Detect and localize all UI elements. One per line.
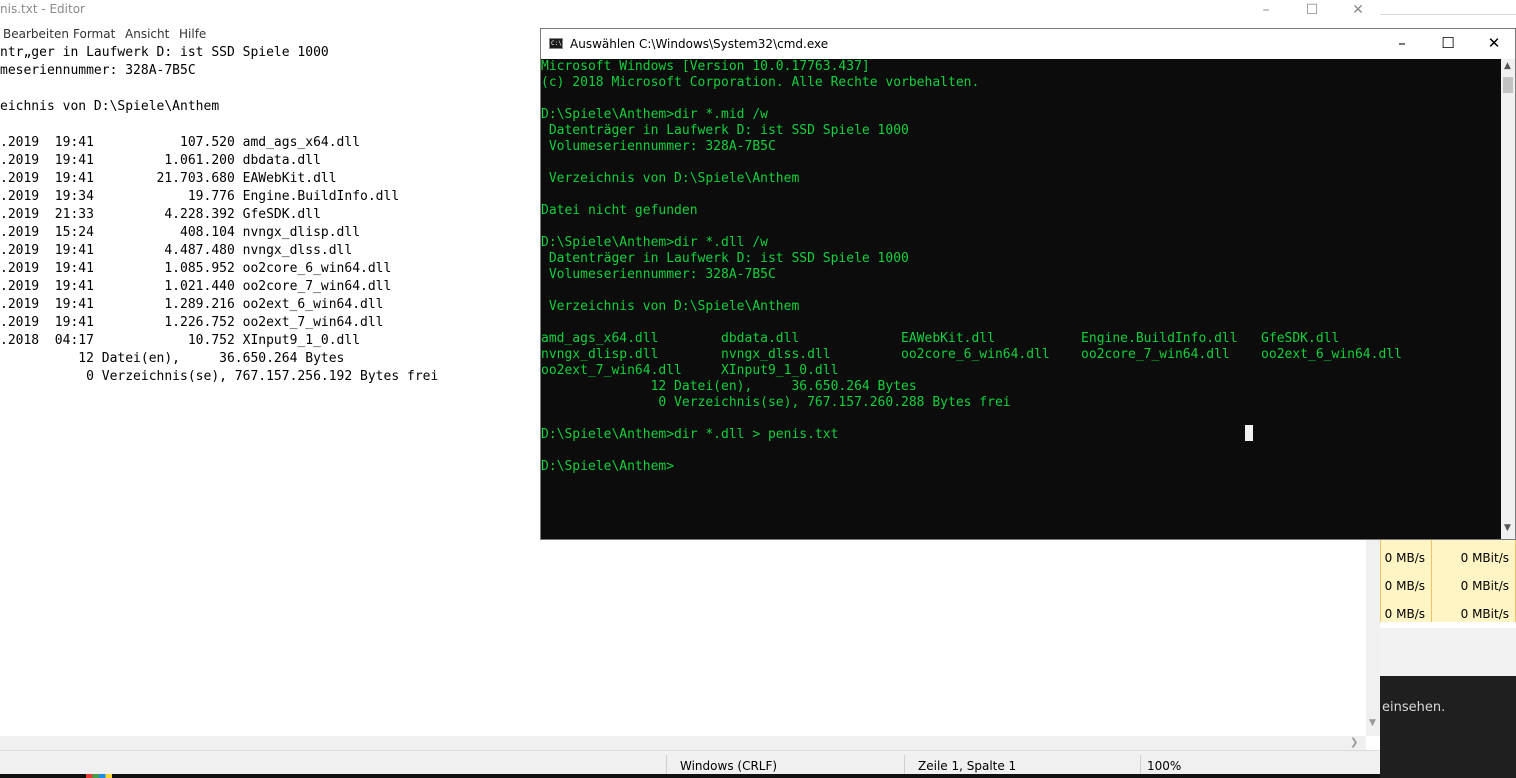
console-line: (c) 2018 Microsoft Corporation. Alle Rec… [541,75,980,90]
taskbar [0,774,1380,778]
text-line: .2019 19:41 1.085.952 oo2core_6_win64.dl… [0,261,392,276]
menu-hilfe[interactable]: Hilfe [179,27,206,41]
console-line: Microsoft Windows [Version 10.0.17763.43… [541,59,870,74]
text-line: .2019 19:41 1.021.440 oo2core_7_win64.dl… [0,279,392,294]
console-line: amd_ags_x64.dll dbdata.dll EAWebKit.dll … [541,331,1340,346]
network-rate-cell: 0 MBit/s [1432,594,1516,622]
line-ending-status: Windows (CRLF) [680,759,778,773]
disk-rate-cell: 0 MB/s [1380,538,1432,566]
console-line: 0 Verzeichnis(se), 767.157.260.288 Bytes… [541,395,1011,410]
table-row[interactable]: 0 MB/s 0 MBit/s [1380,566,1516,594]
cmd-vertical-scrollbar[interactable]: ▲ ▼ [1501,59,1515,539]
cmd-app-icon[interactable]: C:\ [549,38,563,49]
cmd-titlebar[interactable]: C:\ Auswählen C:\Windows\System32\cmd.ex… [541,29,1515,59]
text-line: .2019 19:41 1.061.200 dbdata.dll [0,153,321,168]
text-line: .2019 19:41 1.226.752 oo2ext_7_win64.dll [0,315,384,330]
network-usage-table: 0 MB/s 0 MBit/s 0 MB/s 0 MBit/s 0 MB/s 0… [1380,538,1516,622]
scroll-right-icon[interactable]: ❯ [1350,737,1358,748]
table-row[interactable]: 0 MB/s 0 MBit/s [1380,538,1516,566]
text-line: 12 Datei(en), 36.650.264 Bytes [0,351,345,366]
console-line: D:\Spiele\Anthem>dir *.dll > penis.txt [541,427,839,442]
close-icon: ✕ [1487,34,1501,52]
background-panel [1380,628,1516,676]
taskbar-app-icon[interactable] [86,774,112,778]
text-line: ntr„ger in Laufwerk D: ist SSD Spiele 10… [0,45,329,60]
scroll-up-icon[interactable]: ▲ [1504,61,1511,71]
network-rate-cell: 0 MBit/s [1432,566,1516,594]
maximize-icon: ☐ [1305,2,1319,18]
text-line: .2019 19:41 1.289.216 oo2ext_6_win64.dll [0,297,384,312]
zoom-status: 100% [1147,759,1182,773]
cmd-window: C:\ Auswählen C:\Windows\System32\cmd.ex… [540,28,1516,540]
text-line: .2019 19:41 21.703.680 EAWebKit.dll [0,171,337,186]
cmd-title: Auswählen C:\Windows\System32\cmd.exe [570,37,829,51]
text-line: 0 Verzeichnis(se), 767.157.256.192 Bytes… [0,369,439,384]
maximize-icon: ☐ [1441,34,1455,52]
menu-ansicht[interactable]: Ansicht [125,27,169,41]
minimize-button[interactable]: – [1243,0,1289,22]
console-line: Volumeseriennummer: 328A-7B5C [541,139,776,154]
disk-rate-cell: 0 MB/s [1380,594,1432,622]
scroll-down-icon[interactable]: ▼ [1504,523,1511,533]
divider [1380,14,1516,15]
background-banner-text: einsehen. [1382,700,1446,715]
cursor-position-status: Zeile 1, Spalte 1 [918,759,1017,773]
notepad-horizontal-scrollbar[interactable]: ❯ [0,736,1366,750]
text-line: .2019 19:41 107.520 amd_ags_x64.dll [0,135,361,150]
scroll-down-icon[interactable]: ▼ [1369,718,1376,728]
console-line: Datenträger in Laufwerk D: ist SSD Spiel… [541,251,909,266]
console-line: Verzeichnis von D:\Spiele\Anthem [541,299,800,314]
close-icon: ✕ [1352,2,1364,18]
notepad-titlebar[interactable]: nis.txt - Editor – ☐ ✕ [0,0,1380,22]
table-row[interactable]: 0 MB/s 0 MBit/s [1380,594,1516,622]
console-line: nvngx_dlisp.dll nvngx_dlss.dll oo2core_6… [541,347,1402,362]
background-dark-panel [1380,676,1516,778]
cmd-minimize-button[interactable]: – [1379,29,1425,59]
cmd-console-output[interactable]: Microsoft Windows [Version 10.0.17763.43… [541,59,1501,539]
console-line: D:\Spiele\Anthem> [541,459,675,474]
console-line: Datenträger in Laufwerk D: ist SSD Spiel… [541,123,909,138]
text-line: .2019 19:34 19.776 Engine.BuildInfo.dll [0,189,400,204]
console-line: Verzeichnis von D:\Spiele\Anthem [541,171,800,186]
maximize-button[interactable]: ☐ [1289,0,1335,22]
menu-bearbeiten[interactable]: Bearbeiten [3,27,69,41]
cmd-close-button[interactable]: ✕ [1471,29,1515,59]
console-line: D:\Spiele\Anthem>dir *.mid /w [541,107,768,122]
scrollbar-thumb[interactable] [1503,77,1513,93]
console-line: Datei nicht gefunden [541,203,698,218]
text-line: .2019 15:24 408.104 nvngx_dlisp.dll [0,225,361,240]
cmd-maximize-button[interactable]: ☐ [1425,29,1471,59]
minimize-icon: – [1398,34,1406,52]
text-line: meseriennummer: 328A-7B5C [0,63,196,78]
menu-format[interactable]: Format [73,27,115,41]
console-line: Volumeseriennummer: 328A-7B5C [541,267,776,282]
notepad-title: nis.txt - Editor [0,2,85,16]
close-button[interactable]: ✕ [1335,0,1380,22]
network-rate-cell: 0 MBit/s [1432,538,1516,566]
disk-rate-cell: 0 MB/s [1380,566,1432,594]
text-line: .2019 21:33 4.228.392 GfeSDK.dll [0,207,321,222]
text-line: eichnis von D:\Spiele\Anthem [0,99,220,114]
console-line: 12 Datei(en), 36.650.264 Bytes [541,379,917,394]
text-cursor [1245,425,1253,441]
minimize-icon: – [1262,2,1270,18]
console-line: oo2ext_7_win64.dll XInput9_1_0.dll [541,363,839,378]
text-line: .2019 19:41 4.487.480 nvngx_dlss.dll [0,243,353,258]
text-line: .2018 04:17 10.752 XInput9_1_0.dll [0,333,361,348]
console-line: D:\Spiele\Anthem>dir *.dll /w [541,235,768,250]
